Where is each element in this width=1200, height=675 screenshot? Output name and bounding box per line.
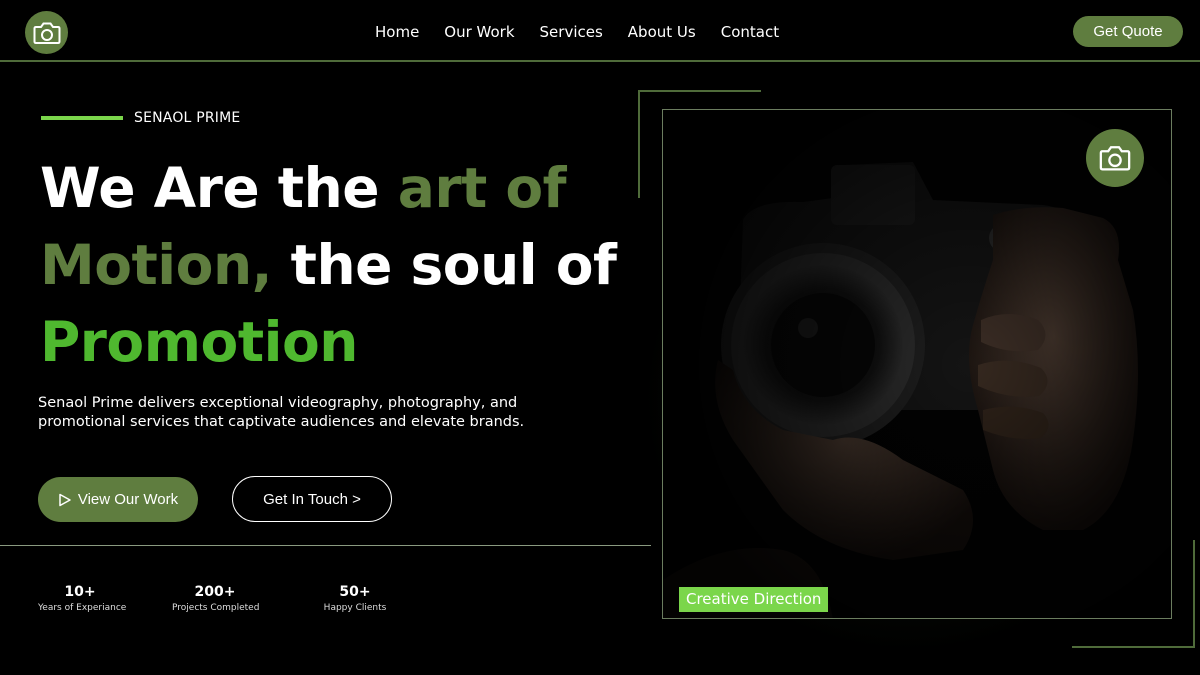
play-icon (59, 493, 71, 506)
view-our-work-label: View Our Work (77, 491, 179, 508)
headline-part-1: We Are the (40, 156, 398, 220)
eyebrow-text: SENAOL PRIME (134, 110, 241, 126)
logo[interactable] (25, 11, 68, 54)
get-quote-button[interactable]: Get Quote (1073, 16, 1183, 47)
stat-value: 10+ (64, 584, 96, 600)
stat-projects: 200+ Projects Completed (172, 584, 260, 614)
stats-divider (0, 545, 651, 546)
photo-caption: Creative Direction (679, 587, 829, 612)
hero-photo (662, 109, 1172, 619)
main-nav: Home Our Work Services About Us Contact (375, 22, 804, 42)
headline-part-3: Motion, (40, 233, 273, 297)
stat-value: 50+ (339, 584, 371, 600)
stat-label: Happy Clients (323, 603, 387, 613)
headline-part-4: the soul of (272, 233, 617, 297)
stat-value: 200+ (194, 584, 236, 600)
nav-home[interactable]: Home (375, 22, 419, 42)
nav-services[interactable]: Services (540, 22, 603, 42)
site-header: Home Our Work Services About Us Contact … (0, 0, 1200, 62)
stat-years: 10+ Years of Experiance (38, 584, 127, 614)
stat-clients: 50+ Happy Clients (322, 584, 388, 614)
view-our-work-button[interactable]: View Our Work (38, 477, 198, 522)
stat-label: Years of Experiance (38, 603, 127, 613)
camera-in-hands-illustration (663, 110, 1171, 618)
hero-description: Senaol Prime delivers exceptional videog… (38, 395, 525, 430)
nav-about-us[interactable]: About Us (628, 22, 696, 42)
headline-part-2: art of (397, 156, 567, 220)
eyebrow-line (41, 116, 123, 120)
camera-badge (1086, 129, 1144, 187)
hero-headline: We Are the art of Motion, the soul of Pr… (40, 150, 640, 381)
get-in-touch-button[interactable]: Get In Touch > (232, 476, 392, 522)
headline-part-5: Promotion (40, 310, 358, 374)
camera-icon (33, 22, 60, 44)
nav-contact[interactable]: Contact (721, 22, 779, 42)
nav-our-work[interactable]: Our Work (444, 22, 514, 42)
stat-label: Projects Completed (172, 603, 260, 613)
camera-icon (1099, 146, 1131, 171)
